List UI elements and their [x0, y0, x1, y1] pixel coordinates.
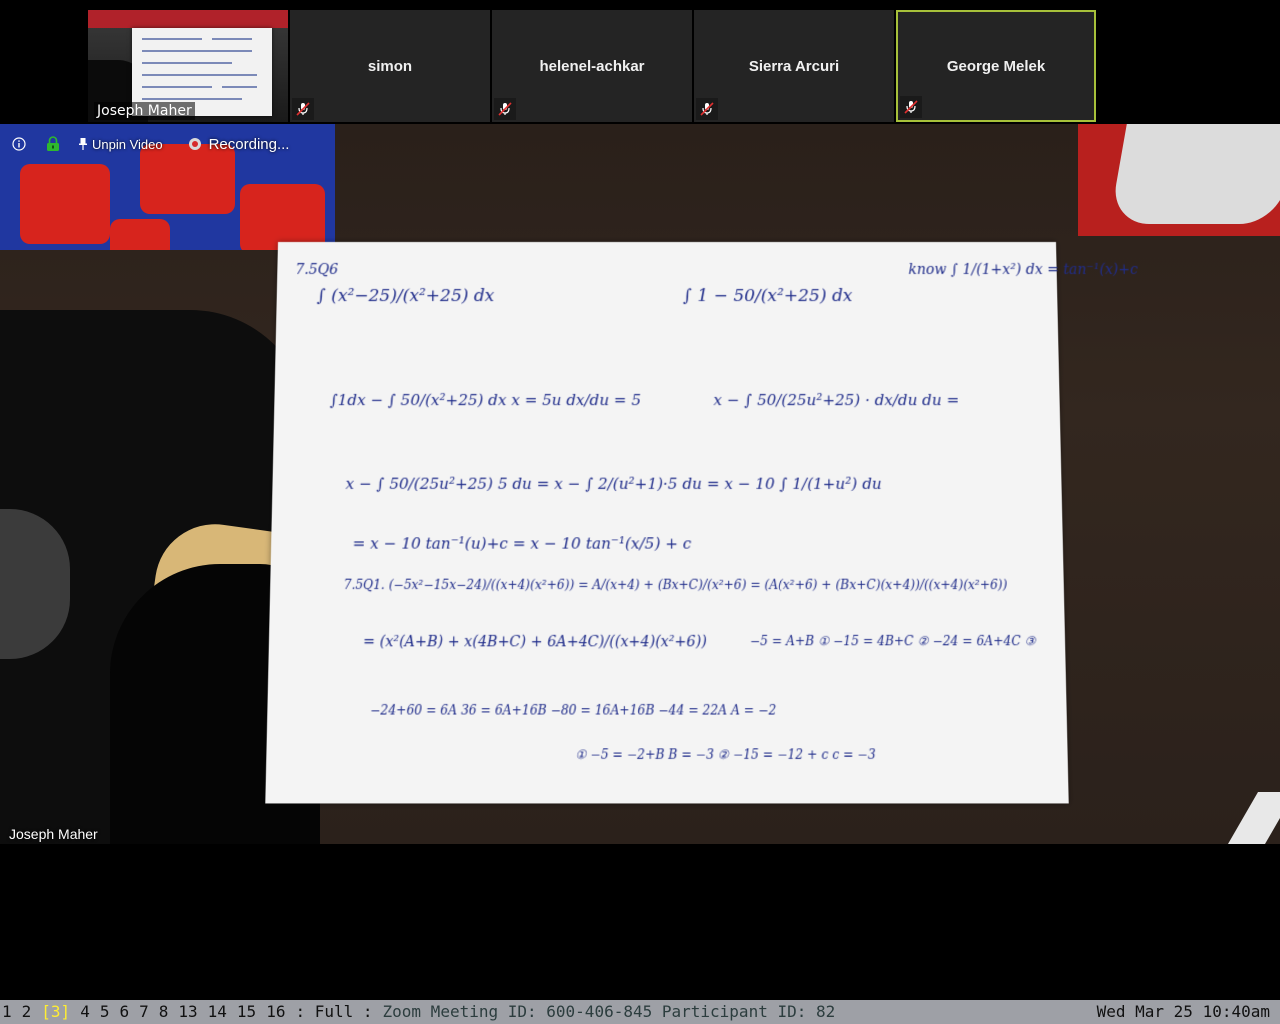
workspace-13[interactable]: 13 — [178, 1000, 197, 1024]
workspace-4[interactable]: 4 — [80, 1000, 90, 1024]
whiteboard-line: 7.5Q1. (−5x²−15x−24)/((x+4)(x²+6)) = A/(… — [344, 578, 1008, 593]
whiteboard-line: = x − 10 tan⁻¹(u)+c = x − 10 tan⁻¹(x/5) … — [352, 534, 691, 553]
unpin-video-button[interactable]: Unpin Video — [78, 137, 163, 152]
recording-label: Recording... — [209, 136, 290, 153]
whiteboard: 7.5Q6 ∫ (x²−25)/(x²+25) dx ∫ 1 − 50/(x²+… — [265, 242, 1068, 803]
video-toolbar: Unpin Video Recording... — [0, 124, 330, 164]
self-video-thumbnail[interactable]: Joseph Maher — [88, 10, 288, 122]
window-manager-statusbar: 1 2 [3] 4 5 6 7 8 13 14 15 16 : Full : Zoom Meeting I… — [0, 1000, 1280, 1024]
recording-indicator[interactable]: Recording... — [189, 136, 290, 153]
clock: Wed Mar 25 10:40am — [1097, 1000, 1270, 1024]
workspace-8[interactable]: 8 — [159, 1000, 169, 1024]
participant-name: simon — [368, 58, 412, 75]
whiteboard-line: −24+60 = 6A 36 = 6A+16B −80 = 16A+16B −4… — [370, 703, 776, 718]
workspace-2[interactable]: 2 — [22, 1000, 32, 1024]
whiteboard-line: ① −5 = −2+B B = −3 ② −15 = −12 + c c = −… — [575, 747, 875, 762]
mic-muted-icon — [696, 98, 718, 120]
workspace-15[interactable]: 15 — [237, 1000, 256, 1024]
participant-strip: Joseph Maher simon helenel-achkar Sierra… — [88, 10, 1098, 122]
participant-tile-george-melek[interactable]: George Melek — [896, 10, 1096, 122]
window-title: Zoom Meeting ID: 600-406-845 Participant… — [383, 1002, 836, 1021]
whiteboard-line: ∫ 1 − 50/(x²+25) dx — [683, 286, 853, 306]
whiteboard-line: 7.5Q6 — [295, 262, 338, 278]
thumbnail-box-decor — [88, 10, 288, 28]
whiteboard-line: = (x²(A+B) + x(4B+C) + 6A+4C)/((x+4)(x²+… — [363, 634, 707, 651]
whiteboard-line: x − ∫ 50/(25u²+25) 5 du = x − ∫ 2/(u²+1)… — [345, 475, 881, 493]
whiteboard-line: ∫ (x²−25)/(x²+25) dx — [317, 286, 495, 306]
participant-tile-simon[interactable]: simon — [290, 10, 490, 122]
workspace-14[interactable]: 14 — [208, 1000, 227, 1024]
pinned-video-name: Joseph Maher — [9, 826, 98, 842]
mic-muted-icon — [292, 98, 314, 120]
participant-name: helenel-achkar — [539, 58, 644, 75]
participant-name: Sierra Arcuri — [749, 58, 839, 75]
pinned-video[interactable]: 7.5Q6 ∫ (x²−25)/(x²+25) dx ∫ 1 − 50/(x²+… — [0, 124, 1280, 844]
workspace-5[interactable]: 5 — [100, 1000, 110, 1024]
mic-muted-icon — [494, 98, 516, 120]
self-video-name: Joseph Maher — [94, 102, 195, 120]
video-box-right — [1078, 124, 1280, 236]
unpin-video-label: Unpin Video — [92, 137, 163, 152]
recording-icon — [189, 138, 201, 150]
lock-icon[interactable] — [46, 136, 60, 152]
participant-tile-sierra-arcuri[interactable]: Sierra Arcuri — [694, 10, 894, 122]
statusbar-left: 1 2 [3] 4 5 6 7 8 13 14 15 16 : Full : Zoom Meeting I… — [2, 1000, 835, 1024]
whiteboard-line: ∫1dx − ∫ 50/(x²+25) dx x = 5u dx/du = 5 — [330, 391, 641, 409]
workspace-16[interactable]: 16 — [266, 1000, 285, 1024]
whiteboard-line: −5 = A+B ① −15 = 4B+C ② −24 = 6A+4C ③ — [750, 634, 1036, 649]
workspace-3-current[interactable]: [3] — [41, 1000, 70, 1024]
participant-name: George Melek — [947, 58, 1045, 75]
info-icon[interactable] — [12, 137, 26, 151]
workspace-6[interactable]: 6 — [119, 1000, 129, 1024]
layout-mode: : Full : — [295, 1000, 372, 1024]
mic-muted-icon — [900, 96, 922, 118]
whiteboard-line: know ∫ 1/(1+x²) dx = tan⁻¹(x)+c — [908, 262, 1138, 278]
workspace-1[interactable]: 1 — [2, 1000, 12, 1024]
participant-tile-helenel-achkar[interactable]: helenel-achkar — [492, 10, 692, 122]
workspace-7[interactable]: 7 — [139, 1000, 149, 1024]
whiteboard-line: x − ∫ 50/(25u²+25) · dx/du du = — [713, 391, 959, 409]
